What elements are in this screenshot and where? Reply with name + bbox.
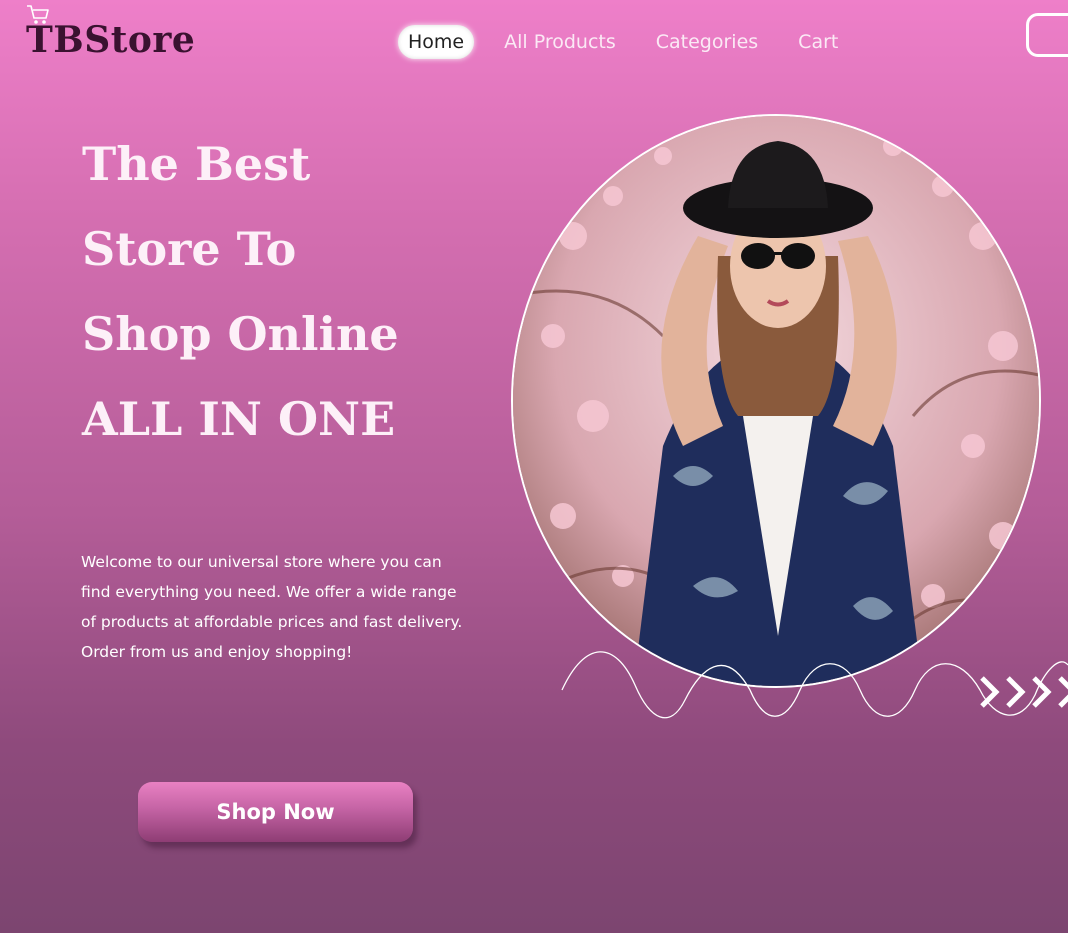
headline-line-1: The Best [82,137,311,191]
hero-headline: The Best Store To Shop Online ALL IN ONE [82,122,502,462]
nav-all-products[interactable]: All Products [494,25,626,59]
headline-line-3: Shop Online [82,307,399,361]
chevrons-right-icon [980,676,1068,708]
nav-categories[interactable]: Categories [646,25,768,59]
brand-name: TBStore [26,19,196,61]
hero-description: Welcome to our universal store where you… [81,553,463,661]
main-nav: Home All Products Categories Cart [398,24,868,60]
shop-now-button[interactable]: Shop Now [138,782,413,842]
headline-line-4: ALL IN ONE [82,392,396,446]
nav-cart[interactable]: Cart [788,25,848,59]
nav-home[interactable]: Home [398,25,475,59]
hero-image [511,114,1041,688]
header-action-button[interactable] [1026,13,1068,57]
logo[interactable]: TBStore [24,4,224,60]
headline-line-2: Store To [82,222,297,276]
